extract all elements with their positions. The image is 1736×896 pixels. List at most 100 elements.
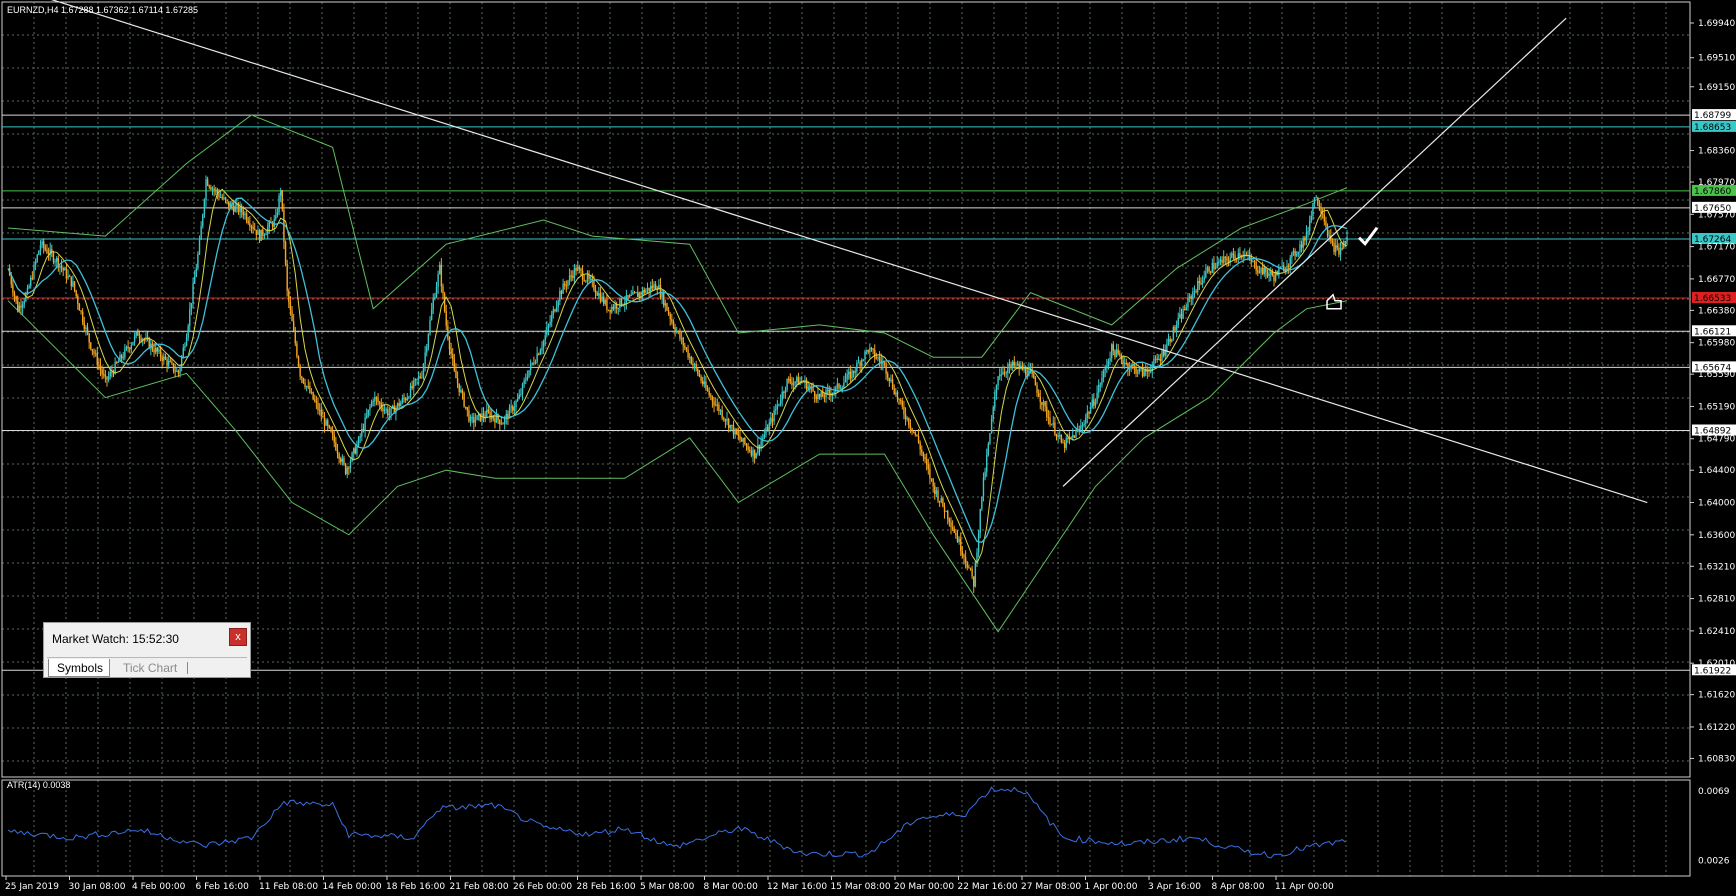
trendline-descending[interactable] <box>8 0 1648 504</box>
candle-body <box>422 364 425 378</box>
candle-body <box>1239 253 1241 257</box>
candle-body <box>828 389 830 394</box>
candle-body <box>734 428 736 435</box>
candle-body <box>612 306 615 309</box>
candle-body <box>278 195 280 213</box>
candle-body <box>452 354 454 360</box>
candle-body <box>867 350 869 353</box>
candle-body <box>888 377 891 382</box>
trendlines[interactable] <box>8 0 1648 504</box>
candle-body <box>723 417 725 420</box>
candle-body <box>1102 370 1105 378</box>
candle-body <box>55 258 58 262</box>
candle-body <box>1059 435 1061 437</box>
candle-body <box>953 528 955 533</box>
candle-body <box>202 214 204 227</box>
candle-body <box>500 423 503 425</box>
candle-body <box>104 374 107 377</box>
candle-body <box>654 284 657 290</box>
candle-body <box>630 294 632 296</box>
candle-body <box>33 264 35 279</box>
candle-body <box>604 299 606 304</box>
candle-body <box>182 347 184 357</box>
candle-body <box>205 179 207 201</box>
candle-body <box>213 188 215 190</box>
candle-body <box>409 385 412 398</box>
candle-body <box>653 284 655 289</box>
candle-body <box>770 418 772 424</box>
tab-symbols[interactable]: Symbols <box>48 659 110 677</box>
candle-body <box>747 446 749 450</box>
candle-body <box>494 418 496 423</box>
candle-body <box>1136 372 1139 374</box>
candle-body <box>701 381 704 385</box>
candle-body <box>1268 273 1270 276</box>
market-watch-panel[interactable]: Market Watch: 15:52:30 x Symbols Tick Ch… <box>43 622 251 678</box>
candle-body <box>1336 245 1338 248</box>
candle-body <box>963 555 965 558</box>
candle-body <box>1104 367 1106 371</box>
candle-body <box>23 301 25 305</box>
candle-body <box>572 275 574 278</box>
candle-body <box>288 290 290 303</box>
tab-tick-chart[interactable]: Tick Chart <box>115 659 185 677</box>
price-tick-label: 1.64400 <box>1698 466 1735 476</box>
candle-body <box>1133 365 1136 367</box>
candle-body <box>826 389 829 391</box>
candle-body <box>1161 350 1163 361</box>
candle-body <box>1339 248 1342 255</box>
candle-body <box>252 226 254 229</box>
candle-body <box>940 498 942 502</box>
candle-body <box>346 467 348 474</box>
candle-body <box>72 281 74 287</box>
candle-body <box>1024 367 1027 375</box>
candle-body <box>635 292 637 294</box>
price-tick-label: 1.67570 <box>1698 210 1735 220</box>
trendline-ascending[interactable] <box>1062 17 1567 487</box>
candle-body <box>159 349 162 358</box>
time-label: 26 Feb 00:00 <box>513 882 572 892</box>
candle-body <box>1304 237 1306 241</box>
candle-body <box>651 285 654 289</box>
candle-body <box>404 398 407 401</box>
candle-body <box>158 349 160 352</box>
thumbs-up-icon <box>1326 293 1342 310</box>
candle-body <box>1119 353 1121 356</box>
candle-body <box>964 557 967 563</box>
price-chart[interactable]: 1.687991.686531.678601.676501.672641.665… <box>0 0 1736 896</box>
candle-body <box>482 413 485 417</box>
candle-body <box>578 267 581 269</box>
time-label: 14 Feb 00:00 <box>323 882 382 892</box>
candle-body <box>54 261 56 263</box>
candle-body <box>671 319 673 322</box>
candle-body <box>645 290 647 293</box>
candle-body <box>1091 399 1093 408</box>
candle-body <box>215 189 217 191</box>
candle-body <box>857 362 860 364</box>
candle-body <box>1109 358 1111 361</box>
candle-body <box>564 283 566 286</box>
candle-body <box>872 348 874 350</box>
candle-body <box>1106 365 1108 368</box>
candle-body <box>1333 242 1335 253</box>
candle-body <box>432 299 434 310</box>
candle-body <box>401 398 404 403</box>
candle-body <box>1323 214 1326 222</box>
candle-body <box>268 222 271 228</box>
candle-body <box>59 265 61 268</box>
band-upper <box>7 114 1348 358</box>
candle-body <box>206 179 209 186</box>
candle-body <box>17 300 19 312</box>
candle-body <box>1122 359 1124 364</box>
candle-body <box>1083 423 1085 426</box>
candle-body <box>512 406 514 411</box>
candle-body <box>465 406 467 408</box>
candle-body <box>1041 402 1043 405</box>
close-icon[interactable]: x <box>229 628 247 646</box>
candle-body <box>544 335 546 341</box>
horizontal-levels <box>2 114 1690 671</box>
candle-body <box>1177 317 1179 326</box>
symbol-info: EURNZD,H4 1.67288 1.67362 1.67114 1.6728… <box>7 5 198 15</box>
candle-body <box>862 359 865 361</box>
candle-body <box>1182 309 1184 319</box>
